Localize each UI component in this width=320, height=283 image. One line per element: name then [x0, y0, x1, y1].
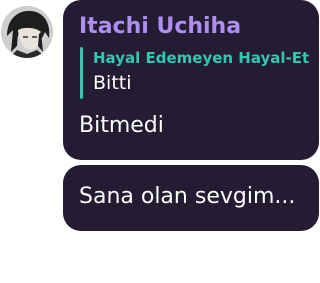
message-bubble[interactable]: Itachi Uchiha Hayal Edemeyen Hayal-Et Bi… [63, 0, 319, 160]
reply-text: Bitti [93, 72, 132, 94]
chat-screenshot: Itachi Uchiha Hayal Edemeyen Hayal-Et Bi… [0, 0, 320, 283]
message-bubble-followup[interactable]: Sana olan sevgim... [63, 165, 319, 231]
message-text: Bitmedi [79, 113, 164, 138]
avatar[interactable] [1, 6, 53, 58]
reply-author: Hayal Edemeyen Hayal-Et [93, 49, 310, 67]
sender-name[interactable]: Itachi Uchiha [79, 14, 241, 39]
reply-accent-bar [80, 47, 83, 99]
message-text-followup: Sana olan sevgim... [79, 184, 296, 209]
user-avatar-icon [1, 6, 53, 58]
reply-quote[interactable]: Hayal Edemeyen Hayal-Et Bitti [80, 47, 309, 99]
